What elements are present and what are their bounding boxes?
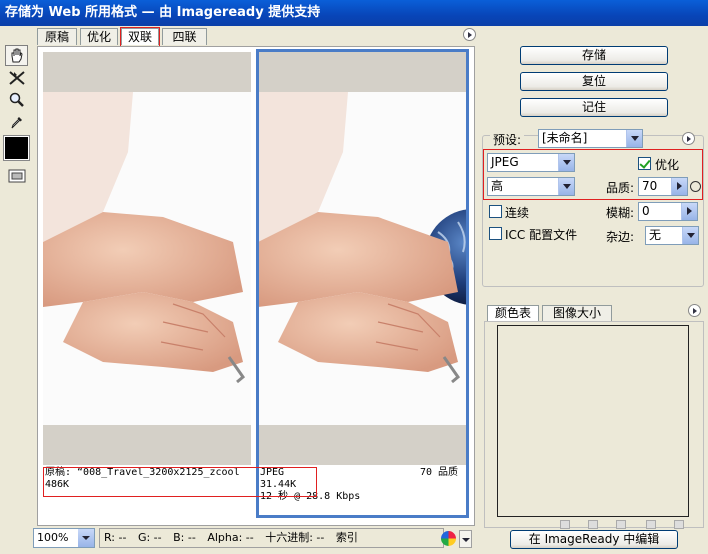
optimized-label: 优化 xyxy=(655,158,680,172)
web-snap-icon[interactable] xyxy=(588,520,598,529)
icc-profile-label: ICC 配置文件 xyxy=(505,228,578,242)
pixel-info-bar: R: -- G: -- B: -- Alpha: -- 十六进制: -- 索引 xyxy=(99,528,444,548)
chevron-right-icon[interactable] xyxy=(681,203,697,220)
chevron-right-icon[interactable] xyxy=(671,178,687,195)
info-highlight-box xyxy=(43,467,317,497)
tab-color-table[interactable]: 颜色表 xyxy=(487,305,539,321)
tab-highlight-box xyxy=(120,27,160,47)
tab-optimized[interactable]: 优化 xyxy=(80,28,118,45)
hand-icon xyxy=(11,48,23,62)
slice-select-icon xyxy=(8,70,25,85)
save-button[interactable]: 存储 xyxy=(520,46,668,65)
delete-color-icon[interactable] xyxy=(674,520,684,529)
zoom-icon xyxy=(9,92,24,107)
quality-input[interactable]: 70 xyxy=(638,177,688,196)
original-pane[interactable]: 原稿: “008_Travel_3200x2125_zcool 486K xyxy=(43,52,251,522)
tab-image-size[interactable]: 图像大小 xyxy=(542,305,612,321)
preview-toggle-icon xyxy=(8,169,25,182)
zoom-level-value: 100% xyxy=(37,531,69,544)
blur-label: 模糊: xyxy=(606,206,635,220)
hand-tool-button[interactable] xyxy=(5,45,28,66)
alpha-value: Alpha: -- xyxy=(207,531,254,544)
quality-level-select[interactable]: 高 xyxy=(487,177,575,196)
eyedropper-color-swatch[interactable] xyxy=(3,135,30,161)
matte-value: 无 xyxy=(649,228,662,242)
optimized-checkbox[interactable] xyxy=(638,157,651,170)
browser-select-chevron-icon[interactable] xyxy=(459,530,472,548)
hex-value: 十六进制: -- xyxy=(265,531,325,544)
eyedropper-tool-button[interactable] xyxy=(5,111,28,132)
preset-select[interactable]: [未命名] xyxy=(538,129,643,148)
browser-preview-icon[interactable] xyxy=(441,531,456,546)
optimize-menu-button[interactable] xyxy=(682,132,695,145)
quality-level-value: 高 xyxy=(491,179,504,193)
selected-pane-outline xyxy=(256,49,469,518)
file-format-select[interactable]: JPEG xyxy=(487,153,575,172)
progressive-checkbox[interactable] xyxy=(489,205,502,218)
toggle-slice-visibility-button[interactable] xyxy=(5,165,28,186)
eyedropper-icon xyxy=(11,116,22,128)
zoom-tool-button[interactable] xyxy=(5,89,28,110)
slice-select-tool-button[interactable] xyxy=(5,67,28,88)
tab-4up[interactable]: 四联 xyxy=(162,28,207,45)
map-color-icon[interactable] xyxy=(560,520,570,529)
remember-button[interactable]: 记住 xyxy=(520,98,668,117)
zoom-level-select[interactable]: 100% xyxy=(33,528,95,548)
green-value: G: -- xyxy=(137,531,162,544)
icc-profile-checkbox[interactable] xyxy=(489,227,502,240)
red-value: R: -- xyxy=(104,531,127,544)
preset-label: 预设: xyxy=(490,131,525,148)
preview-menu-button[interactable] xyxy=(463,28,476,41)
quality-label: 品质: xyxy=(606,181,635,195)
blue-value: B: -- xyxy=(173,531,196,544)
chevron-down-icon[interactable] xyxy=(558,154,574,171)
index-value: 索引 xyxy=(335,531,358,544)
edit-in-imageready-button[interactable]: 在 ImageReady 中编辑 xyxy=(510,530,678,549)
quality-mask-icon[interactable] xyxy=(690,181,701,192)
new-color-icon[interactable] xyxy=(646,520,656,529)
blur-input[interactable]: 0 xyxy=(638,202,698,221)
file-format-value: JPEG xyxy=(491,155,519,169)
progressive-label: 连续 xyxy=(505,206,530,220)
chevron-down-icon[interactable] xyxy=(558,178,574,195)
color-table-grid[interactable] xyxy=(497,325,689,517)
preset-value: [未命名] xyxy=(542,131,588,145)
tab-original[interactable]: 原稿 xyxy=(37,28,77,45)
chevron-down-icon[interactable] xyxy=(78,529,94,547)
lock-color-icon[interactable] xyxy=(616,520,626,529)
window-title: 存储为 Web 所用格式 — 由 Imageready 提供支持 xyxy=(0,0,708,26)
color-table-menu-button[interactable] xyxy=(688,304,701,317)
reset-button[interactable]: 复位 xyxy=(520,72,668,91)
matte-select[interactable]: 无 xyxy=(645,226,699,245)
matte-label: 杂边: xyxy=(606,230,635,244)
original-image xyxy=(43,92,251,430)
blur-value: 0 xyxy=(642,204,650,218)
chevron-down-icon[interactable] xyxy=(626,130,642,147)
chevron-down-icon[interactable] xyxy=(682,227,698,244)
quality-value: 70 xyxy=(642,179,658,193)
